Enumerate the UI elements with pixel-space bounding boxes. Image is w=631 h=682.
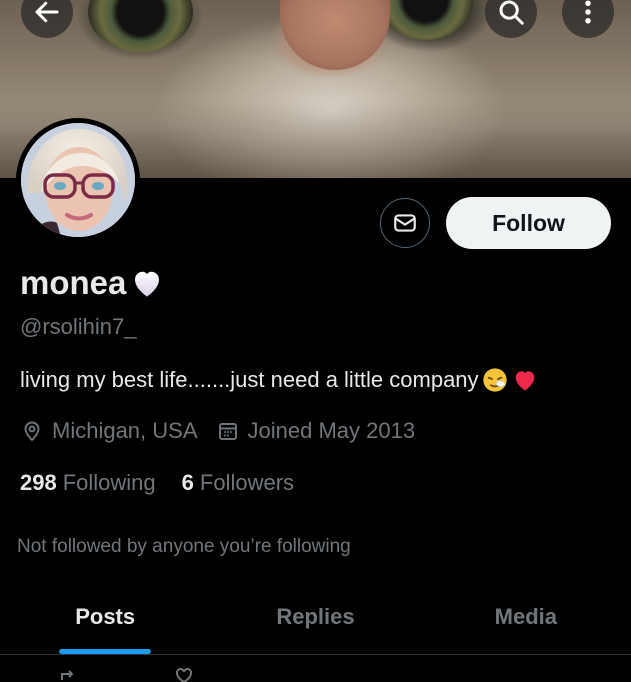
- banner-cat-eye-left: [88, 0, 193, 52]
- message-button[interactable]: [380, 198, 430, 248]
- followers-count: 6: [181, 470, 194, 495]
- display-name-row: monea: [20, 264, 166, 302]
- more-vertical-icon: [585, 0, 591, 24]
- white-heart-emoji-icon: [135, 271, 160, 297]
- banner-cat-eye-right: [378, 0, 473, 40]
- search-icon: [499, 0, 524, 25]
- bio-text: living my best life.......just need a li…: [20, 367, 479, 392]
- bio: living my best life.......just need a li…: [20, 366, 539, 394]
- profile-tabs: Posts Replies Media: [0, 580, 631, 655]
- location-text: Michigan, USA: [52, 418, 198, 443]
- calendar-icon: [218, 423, 237, 440]
- joined-text: Joined May 2013: [247, 418, 416, 443]
- profile-meta: Michigan, USA Joined May 2013: [20, 418, 433, 444]
- tab-replies[interactable]: Replies: [210, 580, 420, 654]
- tab-posts[interactable]: Posts: [0, 580, 210, 654]
- tab-media[interactable]: Media: [421, 580, 631, 654]
- joined-item: Joined May 2013: [216, 418, 416, 444]
- following-count: 298: [20, 470, 57, 495]
- avatar-portrait: [21, 123, 135, 237]
- arrow-left-icon: [35, 1, 59, 23]
- tab-posts-label: Posts: [75, 604, 136, 629]
- avatar: [21, 123, 135, 237]
- active-tab-indicator: [59, 649, 152, 654]
- follow-stats: 298 Following 6 Followers: [20, 470, 320, 496]
- red-heart-emoji-icon: [515, 371, 534, 391]
- banner-cat-nose: [280, 0, 390, 70]
- avatar-frame[interactable]: [16, 118, 140, 242]
- followers-link[interactable]: 6 Followers: [182, 470, 294, 496]
- tab-replies-label: Replies: [276, 604, 355, 629]
- sneezing-face-emoji-icon: [482, 368, 507, 392]
- following-label: Following: [62, 470, 156, 495]
- envelope-icon: [394, 214, 416, 232]
- location-pin-icon: [24, 421, 40, 442]
- display-name: monea: [20, 264, 127, 301]
- following-link[interactable]: 298 Following: [20, 470, 156, 496]
- user-handle: @rsolihin7_: [20, 314, 137, 339]
- followers-label: Followers: [199, 470, 295, 495]
- follow-button[interactable]: Follow: [446, 197, 611, 249]
- not-followed-notice: Not followed by anyone you’re following: [17, 536, 351, 557]
- tab-media-label: Media: [494, 604, 557, 629]
- location-item: Michigan, USA: [20, 418, 198, 444]
